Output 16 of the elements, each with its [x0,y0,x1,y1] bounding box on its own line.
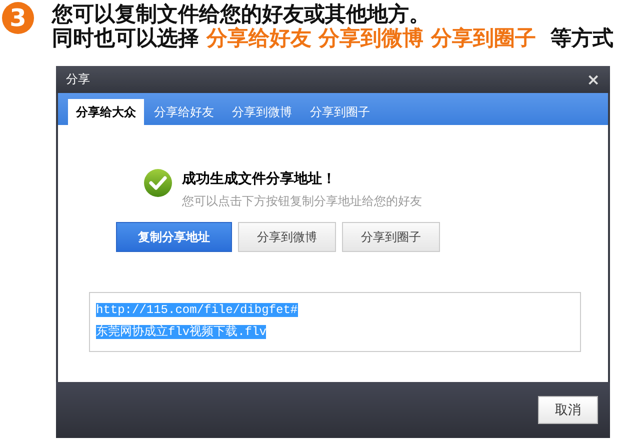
share-button[interactable]: 复制分享地址 [116,222,232,252]
share-button[interactable]: 分享到圈子 [342,222,440,252]
share-tab[interactable]: 分享给好友 [146,99,222,125]
share-tab[interactable]: 分享到微博 [224,99,300,125]
check-icon [144,169,172,197]
step-instruction: 您可以复制文件给您的好友或其他地方。 [52,2,431,26]
step-number: 3 [2,2,34,34]
share-tab[interactable]: 分享到圈子 [302,99,378,125]
success-hint: 您可以点击下方按钮复制分享地址给您的好友 [182,193,422,210]
share-tab[interactable]: 分享给大众 [68,99,144,125]
success-title: 成功生成文件分享地址！ [182,170,337,189]
dialog-title: 分享 [66,71,90,88]
cancel-button[interactable]: 取消 [538,396,598,424]
close-button[interactable]: × [586,70,600,89]
share-button[interactable]: 分享到微博 [238,222,336,252]
step-instruction: 同时也可以选择 分享给好友 分享到微博 分享到圈子 等方式 [52,26,614,50]
